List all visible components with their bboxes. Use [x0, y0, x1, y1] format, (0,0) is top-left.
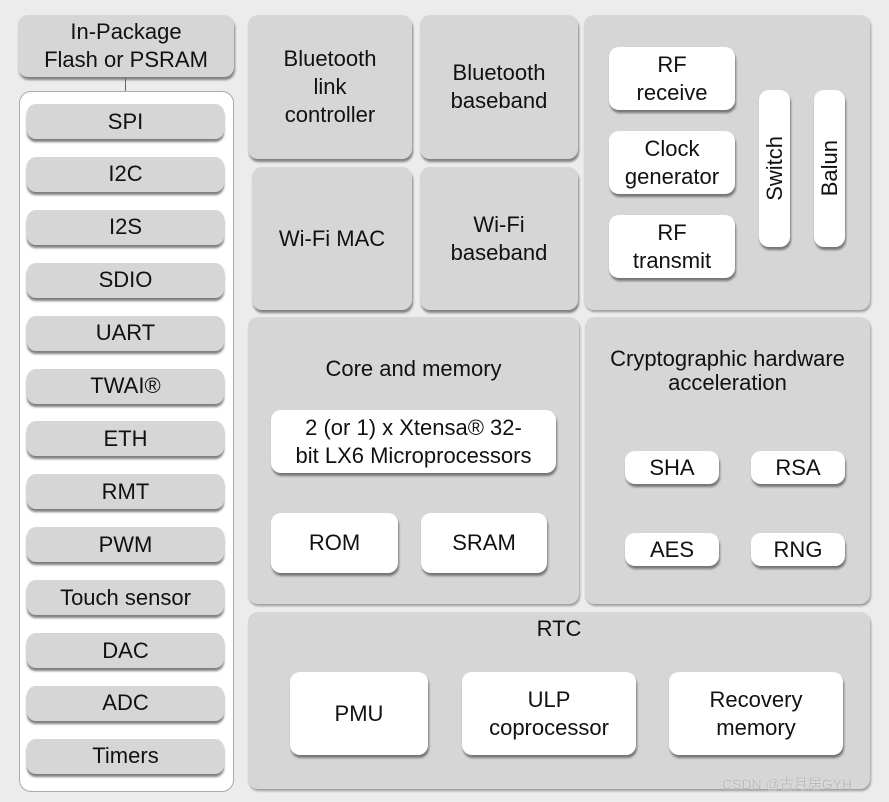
ulp-line1: ULP	[527, 686, 571, 712]
wifi-mac-label: Wi-Fi MAC	[278, 225, 386, 251]
crypto-title-line2: acceleration	[668, 370, 787, 395]
crypto-title: Cryptographic hardware acceleration	[585, 347, 870, 395]
flash-psram-block: In-Package Flash or PSRAM	[18, 15, 234, 77]
peripheral-item: ETH	[27, 421, 224, 457]
wifi-baseband-line1: Wi-Fi	[473, 211, 525, 237]
bt-link-line2: link	[313, 74, 347, 99]
peripheral-item: DAC	[27, 633, 224, 668]
wifi-baseband-line2: baseband	[450, 239, 548, 265]
peripheral-label: I2C	[108, 161, 143, 187]
rom-block: ROM	[271, 513, 398, 573]
bt-baseband-line2: baseband	[450, 88, 548, 113]
wifi-baseband-block: Wi-Fi baseband	[420, 167, 578, 310]
core-memory-title: Core and memory	[325, 356, 502, 381]
peripheral-label: UART	[95, 320, 156, 346]
clock-generator-block: Clock generator	[609, 131, 735, 194]
sram-block: SRAM	[421, 513, 547, 573]
peripheral-item: Timers	[27, 738, 224, 774]
peripheral-label: Touch sensor	[60, 584, 191, 610]
rf-transmit-line2: transmit	[632, 247, 712, 273]
peripheral-label: Timers	[92, 743, 159, 769]
aes-block: AES	[625, 533, 719, 566]
peripheral-item: TWAI®	[27, 368, 224, 404]
peripheral-label: ADC	[102, 690, 149, 716]
flash-label-line2: Flash or PSRAM	[44, 47, 208, 72]
peripheral-item: I2S	[27, 209, 224, 245]
flash-label-line1: In-Package	[70, 19, 182, 44]
peripheral-label: DAC	[102, 637, 149, 663]
balun-label: Balun	[816, 140, 842, 197]
rf-transmit-line1: RF	[657, 219, 687, 245]
bluetooth-link-controller-block: Bluetooth link controller	[248, 15, 412, 159]
cpu-line2: bit LX6 Microprocessors	[295, 442, 532, 468]
peripheral-label: SPI	[107, 108, 144, 134]
peripheral-item: ADC	[27, 685, 224, 721]
rsa-block: RSA	[751, 451, 845, 484]
peripheral-item: I2C	[27, 156, 224, 192]
clock-line1: Clock	[644, 135, 700, 161]
ulp-line2: coprocessor	[489, 714, 609, 740]
peripheral-label: I2S	[108, 214, 143, 240]
peripheral-item: SPI	[27, 104, 224, 139]
aes-label: AES	[649, 536, 695, 562]
ulp-coprocessor-block: ULP coprocessor	[462, 672, 636, 755]
balun-block: Balun	[814, 90, 845, 247]
sha-block: SHA	[625, 451, 719, 484]
rng-block: RNG	[751, 533, 845, 566]
cpu-block: 2 (or 1) x Xtensa® 32- bit LX6 Microproc…	[271, 410, 556, 473]
recovery-memory-block: Recovery memory	[669, 672, 843, 755]
cpu-line1: 2 (or 1) x Xtensa® 32-	[305, 414, 522, 440]
bt-baseband-line1: Bluetooth	[452, 60, 546, 85]
wifi-mac-block: Wi-Fi MAC	[252, 167, 412, 310]
recovery-line1: Recovery	[709, 686, 803, 712]
sram-label: SRAM	[452, 530, 516, 555]
rf-receive-block: RF receive	[609, 47, 735, 110]
peripheral-item: RMT	[27, 474, 224, 510]
peripheral-label: SDIO	[98, 267, 153, 293]
peripheral-item: Touch sensor	[27, 580, 224, 616]
recovery-line2: memory	[716, 714, 796, 740]
pmu-label: PMU	[334, 700, 384, 726]
rtc-title: RTC	[536, 616, 582, 641]
peripheral-item: PWM	[27, 527, 224, 563]
rf-receive-line1: RF	[657, 51, 687, 77]
rom-label: ROM	[308, 530, 361, 555]
peripheral-label: ETH	[103, 425, 148, 451]
watermark: CSDN @古月居GYH	[722, 776, 853, 792]
pmu-block: PMU	[290, 672, 428, 755]
rsa-label: RSA	[775, 454, 821, 480]
bt-link-line3: controller	[284, 102, 376, 127]
rng-label: RNG	[773, 536, 823, 562]
sha-label: SHA	[649, 454, 695, 480]
peripheral-label: TWAI®	[90, 373, 161, 398]
rf-receive-line2: receive	[636, 79, 708, 105]
clock-line2: generator	[624, 163, 720, 189]
peripheral-item: UART	[27, 315, 224, 351]
crypto-title-line1: Cryptographic hardware	[610, 346, 845, 371]
bluetooth-baseband-block: Bluetooth baseband	[420, 15, 578, 159]
peripheral-label: PWM	[98, 531, 153, 557]
bt-link-line1: Bluetooth	[283, 46, 377, 71]
switch-block: Switch	[759, 90, 790, 247]
rf-transmit-block: RF transmit	[609, 215, 735, 278]
peripheral-item: SDIO	[27, 262, 224, 298]
switch-label: Switch	[761, 136, 787, 201]
peripheral-label: RMT	[101, 478, 150, 504]
